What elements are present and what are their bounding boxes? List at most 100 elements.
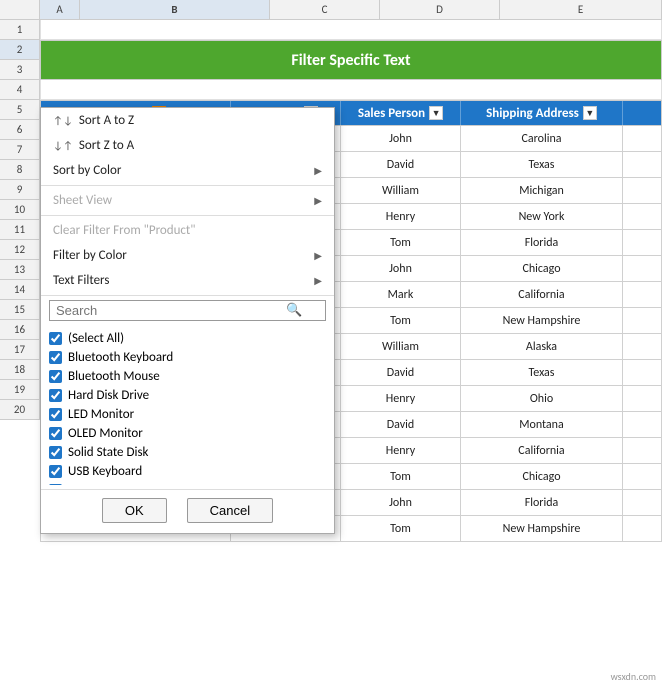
divider-3 <box>41 295 334 296</box>
row-num-8: 8 <box>0 160 40 180</box>
checkbox-1[interactable] <box>49 351 62 364</box>
checkbox-list: (Select All)Bluetooth Keyboard Bluetooth … <box>41 325 334 485</box>
checkbox-item-6[interactable]: Solid State Disk <box>49 443 326 462</box>
cell-address-14: Florida <box>461 490 623 515</box>
cell-address-12: California <box>461 438 623 463</box>
divider-2 <box>41 215 334 216</box>
cell-salesperson-4: Tom <box>341 230 461 255</box>
checkbox-item-1[interactable]: Bluetooth Keyboard <box>49 348 326 367</box>
menu-clear-filter: Clear Filter From "Product" <box>41 218 334 243</box>
cell-address-9: Texas <box>461 360 623 385</box>
page-title: Filter Specific Text <box>291 51 410 70</box>
checkbox-6[interactable] <box>49 446 62 459</box>
cell-salesperson-6: Mark <box>341 282 461 307</box>
checkbox-item-3[interactable]: Hard Disk Drive <box>49 386 326 405</box>
search-box[interactable]: 🔍 <box>49 300 326 321</box>
title-row: Filter Specific Text <box>40 40 662 80</box>
cancel-button[interactable]: Cancel <box>187 498 273 523</box>
cell-address-6: California <box>461 282 623 307</box>
row-num-12: 12 <box>0 240 40 260</box>
row-num-5: 5 <box>0 100 40 120</box>
ok-button[interactable]: OK <box>102 498 167 523</box>
search-input[interactable] <box>56 303 286 318</box>
dropdown-menu: ↑↓Sort A to Z ↓↑Sort Z to A Sort by Colo… <box>40 107 335 534</box>
cell-address-2: Michigan <box>461 178 623 203</box>
cell-address-15: New Hampshire <box>461 516 623 541</box>
arrow-icon-sheet-view: ▶ <box>314 194 322 207</box>
cell-salesperson-12: Henry <box>341 438 461 463</box>
row-num-6: 6 <box>0 120 40 140</box>
dialog-buttons: OK Cancel <box>41 489 334 533</box>
cell-address-8: Alaska <box>461 334 623 359</box>
cell-salesperson-13: Tom <box>341 464 461 489</box>
checkbox-item-5[interactable]: OLED Monitor <box>49 424 326 443</box>
arrow-icon-sort-color: ▶ <box>314 164 322 177</box>
cell-address-13: Chicago <box>461 464 623 489</box>
row-num-9: 9 <box>0 180 40 200</box>
cell-salesperson-10: Henry <box>341 386 461 411</box>
filter-button-address[interactable]: ▼ <box>583 106 597 120</box>
cell-salesperson-2: William <box>341 178 461 203</box>
row-numbers: 1234567891011121314151617181920 <box>0 20 40 420</box>
menu-filter-by-color[interactable]: Filter by Color ▶ <box>41 243 334 268</box>
menu-sort-za[interactable]: ↓↑Sort Z to A <box>41 133 334 158</box>
cell-address-3: New York <box>461 204 623 229</box>
filter-button-salesperson[interactable]: ▼ <box>429 106 443 120</box>
menu-sort-by-color[interactable]: Sort by Color ▶ <box>41 158 334 183</box>
search-icon: 🔍 <box>286 303 302 318</box>
checkbox-label-8: USB Mouse <box>68 483 129 485</box>
row-num-20: 20 <box>0 400 40 420</box>
cell-salesperson-8: William <box>341 334 461 359</box>
row-num-1: 1 <box>0 20 40 40</box>
checkbox-2[interactable] <box>49 370 62 383</box>
row-3 <box>40 80 662 100</box>
cell-address-11: Montana <box>461 412 623 437</box>
menu-sort-az[interactable]: ↑↓Sort A to Z <box>41 108 334 133</box>
checkbox-label-2: Bluetooth Mouse <box>68 369 160 384</box>
cell-salesperson-0: John <box>341 126 461 151</box>
checkbox-item-8[interactable]: USB Mouse <box>49 481 326 485</box>
cell-address-7: New Hampshire <box>461 308 623 333</box>
col-header-corner <box>0 0 40 19</box>
checkbox-5[interactable] <box>49 427 62 440</box>
checkbox-item-2[interactable]: Bluetooth Mouse <box>49 367 326 386</box>
row-num-3: 3 <box>0 60 40 80</box>
checkbox-0[interactable] <box>49 332 62 345</box>
checkbox-3[interactable] <box>49 389 62 402</box>
header-address: Shipping Address ▼ <box>461 101 623 125</box>
menu-text-filters[interactable]: Text Filters ▶ <box>41 268 334 293</box>
menu-sheet-view: Sheet View ▶ <box>41 188 334 213</box>
col-header-b: B <box>80 0 270 19</box>
checkbox-8[interactable] <box>49 484 62 485</box>
checkbox-item-4[interactable]: LED Monitor <box>49 405 326 424</box>
cell-address-10: Ohio <box>461 386 623 411</box>
col-headers: A B C D E <box>0 0 662 20</box>
arrow-icon-filter-color: ▶ <box>314 249 322 262</box>
row-num-16: 16 <box>0 320 40 340</box>
col-header-a: A <box>40 0 80 19</box>
cell-salesperson-14: John <box>341 490 461 515</box>
row-num-4: 4 <box>0 80 40 100</box>
cell-salesperson-15: Tom <box>341 516 461 541</box>
cell-salesperson-5: John <box>341 256 461 281</box>
row-num-15: 15 <box>0 300 40 320</box>
col-header-c: C <box>270 0 380 19</box>
checkbox-label-4: LED Monitor <box>68 407 134 422</box>
row-num-2: 2 <box>0 40 40 60</box>
cell-salesperson-7: Tom <box>341 308 461 333</box>
checkbox-item-7[interactable]: USB Keyboard <box>49 462 326 481</box>
row-num-10: 10 <box>0 200 40 220</box>
row-num-7: 7 <box>0 140 40 160</box>
checkbox-7[interactable] <box>49 465 62 478</box>
cell-address-1: Texas <box>461 152 623 177</box>
row-num-11: 11 <box>0 220 40 240</box>
row-num-17: 17 <box>0 340 40 360</box>
checkbox-label-7: USB Keyboard <box>68 464 142 479</box>
cell-salesperson-9: David <box>341 360 461 385</box>
row-num-19: 19 <box>0 380 40 400</box>
checkbox-label-6: Solid State Disk <box>68 445 148 460</box>
checkbox-4[interactable] <box>49 408 62 421</box>
row-1 <box>40 20 662 40</box>
cell-salesperson-3: Henry <box>341 204 461 229</box>
checkbox-item-0[interactable]: (Select All) <box>49 329 326 348</box>
